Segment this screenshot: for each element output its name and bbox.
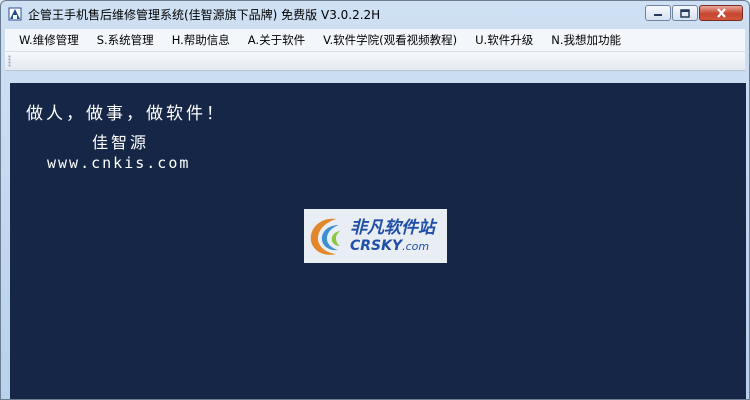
watermark-cn-text: 非凡软件站 — [350, 217, 435, 238]
slogan-text: 做人，做事，做软件！ — [26, 104, 226, 124]
website-text: www.cnkis.com — [47, 154, 191, 172]
watermark-en-text: CRSKY.com — [350, 238, 435, 255]
menu-system-management[interactable]: S.系统管理 — [88, 30, 163, 50]
app-window: 企管王手机售后维修管理系统(佳智源旗下品牌) 免费版 V3.0.2.2H W.维… — [0, 0, 750, 400]
minimize-button[interactable] — [645, 5, 671, 21]
title-bar[interactable]: 企管王手机售后维修管理系统(佳智源旗下品牌) 免费版 V3.0.2.2H — [1, 1, 749, 31]
close-button[interactable] — [699, 5, 743, 21]
app-icon — [8, 7, 22, 21]
toolbar-grip-handle[interactable] — [8, 55, 11, 67]
watermark-brand: CRSKY — [350, 237, 403, 254]
company-name: 佳智源 — [92, 133, 150, 152]
crsky-watermark: 非凡软件站 CRSKY.com — [304, 209, 447, 263]
close-icon — [716, 8, 726, 18]
window-title: 企管王手机售后维修管理系统(佳智源旗下品牌) 免费版 V3.0.2.2H — [28, 7, 381, 22]
watermark-domain: .com — [402, 239, 430, 253]
menu-bar: W.维修管理 S.系统管理 H.帮助信息 A.关于软件 V.软件学院(观看视频教… — [5, 29, 745, 51]
main-content-area: 做人，做事，做软件！ 佳智源 www.cnkis.com 非凡软件站 CRSKY… — [10, 83, 746, 399]
menu-software-upgrade[interactable]: U.软件升级 — [466, 30, 542, 50]
menu-feature-request[interactable]: N.我想加功能 — [542, 30, 630, 50]
crsky-logo-icon — [310, 218, 340, 255]
maximize-icon — [680, 8, 690, 18]
menu-help-info[interactable]: H.帮助信息 — [163, 30, 239, 50]
toolbar — [5, 51, 745, 71]
minimize-icon — [654, 14, 662, 16]
menu-software-academy[interactable]: V.软件学院(观看视频教程) — [314, 30, 466, 50]
window-controls — [644, 5, 743, 21]
maximize-button[interactable] — [672, 5, 698, 21]
menu-about-software[interactable]: A.关于软件 — [239, 30, 314, 50]
menu-repair-management[interactable]: W.维修管理 — [5, 30, 88, 50]
